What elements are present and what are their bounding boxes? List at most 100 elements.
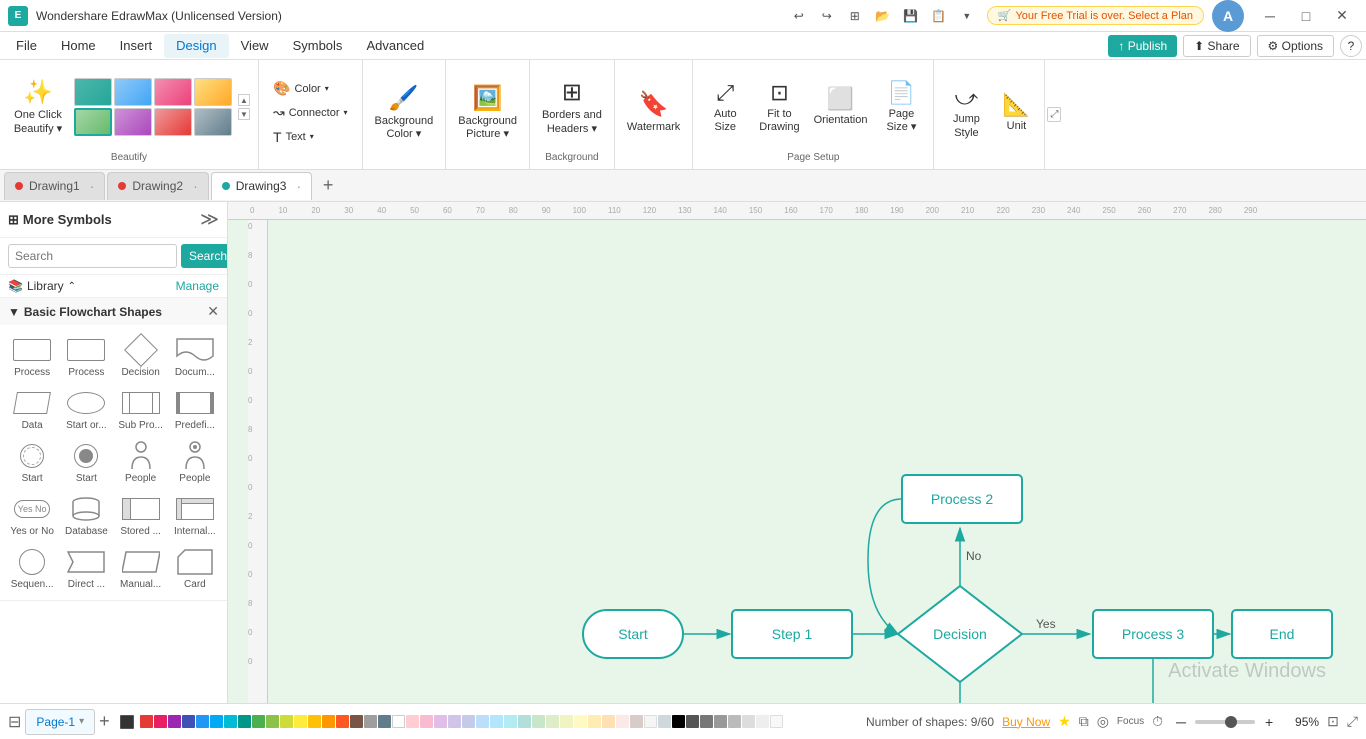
zoom-slider[interactable] (1195, 720, 1255, 724)
tab-drawing2[interactable]: Drawing2 · (107, 172, 208, 200)
cs-lgreen[interactable] (266, 715, 279, 728)
zoom-thumb[interactable] (1225, 716, 1237, 728)
focus-icon[interactable]: ◎ (1097, 713, 1109, 730)
cs-dark4[interactable] (728, 715, 741, 728)
cs-orange100[interactable] (602, 715, 615, 728)
cs-red[interactable] (140, 715, 153, 728)
help-btn[interactable]: ? (1340, 35, 1362, 57)
shape-start-ellipse[interactable]: Start or... (60, 384, 112, 435)
cs-teal[interactable] (238, 715, 251, 728)
connector-btn[interactable]: ↝ Connector ▾ (265, 102, 356, 124)
cs-bg100[interactable] (658, 715, 671, 728)
open-btn[interactable]: 📂 (871, 6, 895, 26)
cs-blue[interactable] (196, 715, 209, 728)
minimize-btn[interactable]: ─ (1254, 6, 1286, 26)
tab-add-btn[interactable]: + (314, 172, 342, 200)
orientation-btn[interactable]: ⬜ Orientation (808, 71, 874, 143)
cs-red100[interactable] (406, 715, 419, 728)
search-input[interactable] (8, 244, 177, 268)
more-btn[interactable]: ▼ (955, 6, 979, 26)
page-add-btn[interactable]: + (99, 711, 110, 732)
tab-drawing1[interactable]: Drawing1 · (4, 172, 105, 200)
zoom-in-btn[interactable]: + (1259, 712, 1279, 732)
menu-insert[interactable]: Insert (108, 34, 165, 58)
tab3-close[interactable]: · (296, 178, 301, 194)
shapes-header[interactable]: ▼ Basic Flowchart Shapes ✕ (0, 298, 227, 325)
cs-grey100[interactable] (644, 715, 657, 728)
unit-btn[interactable]: 📐 Unit (994, 77, 1038, 149)
publish-btn[interactable]: ↑ Publish (1108, 35, 1177, 57)
cs-lb100[interactable] (490, 715, 503, 728)
cs-deeporange[interactable] (336, 715, 349, 728)
cs-dark6[interactable] (756, 715, 769, 728)
tab-drawing3[interactable]: Drawing3 · (211, 172, 312, 200)
expand-view-icon[interactable]: ⊡ (1327, 713, 1339, 730)
cs-deepurple100[interactable] (448, 715, 461, 728)
fullscreen-icon[interactable]: ⤢ (1347, 713, 1358, 730)
shape-database[interactable]: Database (60, 490, 112, 541)
cs-brown100[interactable] (630, 715, 643, 728)
page-tab-1[interactable]: Page-1 ▾ (25, 709, 95, 735)
shape-start-circle2[interactable]: Start (60, 437, 112, 488)
save-as-btn[interactable]: 📋 (927, 6, 951, 26)
cs-indigo[interactable] (182, 715, 195, 728)
save-btn[interactable]: 💾 (899, 6, 923, 26)
shape-manual[interactable]: Manual... (115, 543, 167, 594)
cs-lgreen100[interactable] (546, 715, 559, 728)
menu-advanced[interactable]: Advanced (354, 34, 436, 58)
user-avatar[interactable]: A (1212, 0, 1244, 32)
shape-process1[interactable]: Process (6, 331, 58, 382)
borders-headers-btn[interactable]: ⊞ Borders andHeaders ▾ (536, 71, 608, 143)
cs-amber100[interactable] (588, 715, 601, 728)
cs-blue100[interactable] (476, 715, 489, 728)
search-button[interactable]: Search (181, 244, 228, 268)
cs-orange[interactable] (322, 715, 335, 728)
ribbon-expand[interactable]: ⤢ (1045, 60, 1063, 169)
zoom-out-btn[interactable]: ─ (1171, 712, 1191, 732)
shapes-close-btn[interactable]: ✕ (207, 303, 219, 320)
tab1-close[interactable]: · (90, 178, 95, 194)
redo-btn[interactable]: ↪ (815, 6, 839, 26)
shape-sequence[interactable]: Sequen... (6, 543, 58, 594)
shape-card[interactable]: Card (169, 543, 221, 594)
shape-people2[interactable]: People (169, 437, 221, 488)
page-size-btn[interactable]: 📄 PageSize ▾ (875, 71, 927, 143)
cs-pink100[interactable] (420, 715, 433, 728)
layers-icon[interactable]: ⧉ (1079, 713, 1089, 730)
theme-5-active[interactable] (74, 108, 112, 136)
shape-document[interactable]: Docum... (169, 331, 221, 382)
text-btn[interactable]: T Text ▾ (265, 126, 322, 148)
clock-icon[interactable]: ⏱ (1152, 713, 1163, 730)
menu-design[interactable]: Design (164, 34, 228, 58)
close-btn[interactable]: ✕ (1326, 6, 1358, 26)
shape-internal[interactable]: Internal... (169, 490, 221, 541)
shape-subprocess[interactable]: Sub Pro... (115, 384, 167, 435)
shape-direct[interactable]: Direct ... (60, 543, 112, 594)
cs-cyan100[interactable] (504, 715, 517, 728)
undo-btn[interactable]: ↩ (787, 6, 811, 26)
cs-dark1[interactable] (686, 715, 699, 728)
cs-indigo100[interactable] (462, 715, 475, 728)
cs-yellow[interactable] (294, 715, 307, 728)
cs-teal100[interactable] (518, 715, 531, 728)
cs-purple[interactable] (168, 715, 181, 728)
menu-symbols[interactable]: Symbols (281, 34, 355, 58)
theme-6[interactable] (114, 108, 152, 136)
page-icon[interactable]: ⊟ (8, 712, 21, 732)
theme-expand-up[interactable]: ▲ (238, 94, 250, 106)
color-swatch-pen[interactable] (120, 715, 134, 729)
theme-2[interactable] (114, 78, 152, 106)
cs-pink[interactable] (154, 715, 167, 728)
bg-color-btn[interactable]: 🖌️ BackgroundColor ▾ (369, 77, 440, 149)
watermark-btn[interactable]: 🔖 Watermark (621, 77, 686, 149)
manage-link[interactable]: Manage (176, 279, 219, 293)
cs-green[interactable] (252, 715, 265, 728)
cs-light[interactable] (770, 715, 783, 728)
cs-lime[interactable] (280, 715, 293, 728)
cs-green100[interactable] (532, 715, 545, 728)
cs-do100[interactable] (616, 715, 629, 728)
theme-3[interactable] (154, 78, 192, 106)
cs-dark2[interactable] (700, 715, 713, 728)
menu-home[interactable]: Home (49, 34, 108, 58)
theme-4[interactable] (194, 78, 232, 106)
